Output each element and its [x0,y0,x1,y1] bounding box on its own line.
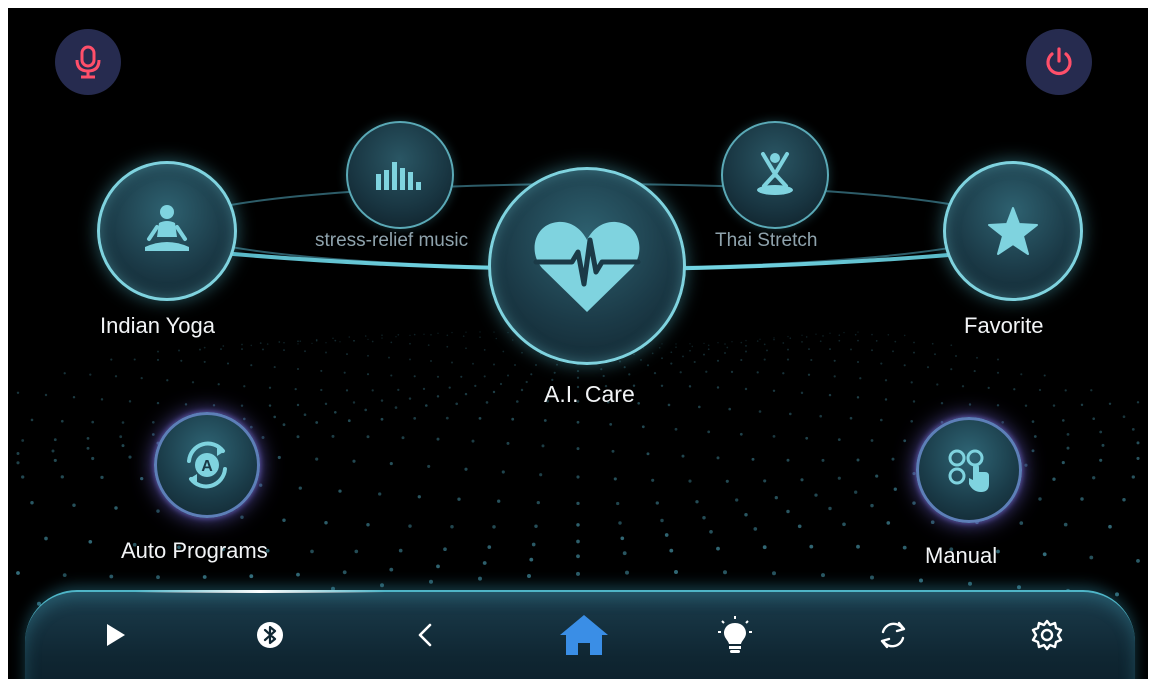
home-button[interactable] [554,610,614,660]
stress-relief-music-label: stress-relief music [315,230,469,251]
power-icon [1046,47,1072,76]
thai-stretch-button[interactable] [721,121,829,229]
manual-button[interactable] [916,417,1022,523]
settings-button[interactable] [1022,610,1072,660]
ai-care-button[interactable] [488,167,686,365]
auto-programs-button[interactable]: A [154,412,260,518]
favorite-label: Favorite [964,313,1044,338]
auto-programs-label: Auto Programs [121,538,268,563]
home-icon [560,615,608,655]
power-button[interactable] [1026,29,1092,95]
microphone-icon [75,45,101,79]
bluetooth-button[interactable] [245,610,295,660]
play-icon [107,624,125,646]
favorite-button[interactable] [943,161,1083,301]
equalizer-bars-icon [376,162,421,190]
sync-icon [880,621,906,649]
light-button[interactable] [710,610,760,660]
stretch-massage-icon [757,152,793,195]
heart-pulse-icon [533,221,641,312]
lightbulb-icon [718,616,752,653]
yoga-meditation-icon [145,205,189,251]
ai-care-label: A.I. Care [544,381,635,407]
indian-yoga-label: Indian Yoga [100,313,216,338]
star-icon [988,207,1038,255]
bar-highlight [135,590,385,593]
manual-label: Manual [925,543,998,568]
indian-yoga-button[interactable] [97,161,237,301]
stress-relief-music-button[interactable] [346,121,454,229]
bottom-navigation-bar [25,590,1135,679]
sync-button[interactable] [868,610,918,660]
back-button[interactable] [400,610,450,660]
voice-button[interactable] [55,29,121,95]
svg-text:A: A [201,458,213,475]
bluetooth-icon [257,622,283,648]
auto-cycle-icon: A [187,441,227,489]
chevron-left-icon [418,623,432,647]
gear-icon [1031,619,1063,651]
thai-stretch-label: Thai Stretch [715,230,818,251]
manual-touch-icon [948,449,989,492]
play-button[interactable] [91,610,141,660]
massage-chair-home-screen: stress-relief music Thai Stretch Indian … [8,8,1148,679]
